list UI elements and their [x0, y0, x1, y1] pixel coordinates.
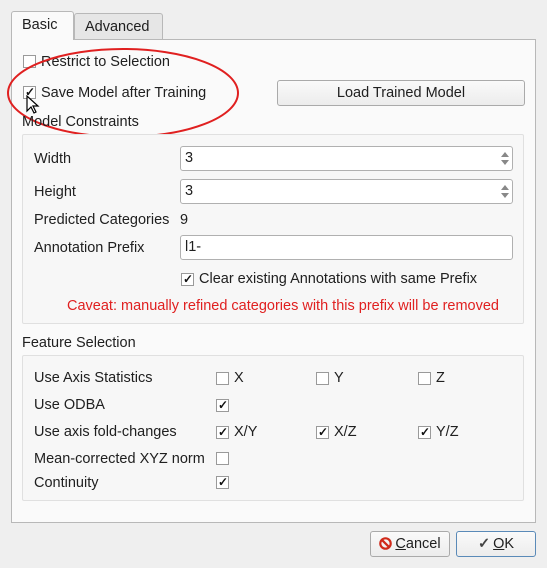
load-trained-model-button[interactable]: Load Trained Model	[277, 80, 525, 106]
axis-stat-x-label: X	[234, 370, 244, 386]
width-label: Width	[34, 151, 72, 167]
axis-stat-z-label: Z	[436, 370, 445, 386]
ok-button[interactable]: ✓ OK	[456, 531, 536, 557]
tab-advanced[interactable]: Advanced	[74, 13, 163, 39]
clear-existing-checkbox[interactable]: ✓	[181, 272, 194, 286]
use-odba-checkbox[interactable]: ✓	[216, 398, 229, 412]
caveat-warning: Caveat: manually refined categories with…	[67, 298, 499, 314]
mean-corrected-norm-checkbox[interactable]	[216, 452, 229, 465]
spin-up-icon[interactable]	[501, 152, 509, 157]
fold-xy-label: X/Y	[234, 424, 258, 440]
axis-stat-y-label: Y	[334, 370, 344, 386]
continuity-label: Continuity	[34, 475, 99, 491]
height-spinbox[interactable]: 3	[180, 179, 513, 204]
cancel-label: ancel	[405, 536, 441, 552]
ok-label: K	[504, 536, 515, 552]
use-axis-fold-changes-label: Use axis fold-changes	[34, 424, 177, 440]
axis-stat-z-checkbox[interactable]	[418, 372, 431, 385]
height-spin-arrows[interactable]	[500, 183, 510, 200]
feature-selection-title: Feature Selection	[22, 335, 136, 351]
ok-check-icon: ✓	[477, 536, 491, 552]
annotation-prefix-value: l1-	[185, 239, 202, 255]
height-value: 3	[185, 183, 194, 199]
clear-existing-label: Clear existing Annotations with same Pre…	[199, 271, 478, 287]
check-icon: ✓	[183, 272, 194, 286]
width-value: 3	[185, 150, 194, 166]
fold-xz-label: X/Z	[334, 424, 357, 440]
use-odba-label: Use ODBA	[34, 397, 105, 413]
model-constraints-title: Model Constraints	[22, 114, 139, 130]
check-icon: ✓	[318, 425, 329, 439]
annotation-prefix-label: Annotation Prefix	[34, 240, 145, 256]
check-icon: ✓	[420, 425, 431, 439]
ok-mnemonic: O	[493, 536, 505, 552]
mean-corrected-norm-label: Mean-corrected XYZ norm	[34, 451, 205, 467]
tab-advanced-label: Advanced	[85, 19, 150, 35]
height-label: Height	[34, 184, 76, 200]
load-trained-model-label: Load Trained Model	[336, 85, 466, 101]
spin-down-icon[interactable]	[501, 193, 509, 198]
fold-xz-checkbox[interactable]: ✓	[316, 425, 329, 439]
annotation-prefix-input[interactable]: l1-	[180, 235, 513, 260]
fold-yz-label: Y/Z	[436, 424, 459, 440]
tab-basic[interactable]: Basic	[11, 11, 74, 40]
axis-stat-x-checkbox[interactable]	[216, 372, 229, 385]
cancel-icon	[379, 537, 393, 550]
cancel-mnemonic: C	[395, 536, 406, 552]
use-axis-statistics-label: Use Axis Statistics	[34, 370, 153, 386]
width-spinbox[interactable]: 3	[180, 146, 513, 171]
check-icon: ✓	[218, 398, 229, 412]
check-icon: ✓	[218, 475, 229, 489]
cancel-button[interactable]: Cancel	[370, 531, 450, 557]
spin-up-icon[interactable]	[501, 185, 509, 190]
axis-stat-y-checkbox[interactable]	[316, 372, 329, 385]
tab-basic-label: Basic	[22, 17, 58, 33]
spin-down-icon[interactable]	[501, 160, 509, 165]
check-icon: ✓	[218, 425, 229, 439]
predicted-categories-value: 9	[180, 212, 189, 228]
fold-xy-checkbox[interactable]: ✓	[216, 425, 229, 439]
predicted-categories-label: Predicted Categories	[34, 212, 170, 228]
width-spin-arrows[interactable]	[500, 150, 510, 167]
fold-yz-checkbox[interactable]: ✓	[418, 425, 431, 439]
continuity-checkbox[interactable]: ✓	[216, 475, 229, 489]
